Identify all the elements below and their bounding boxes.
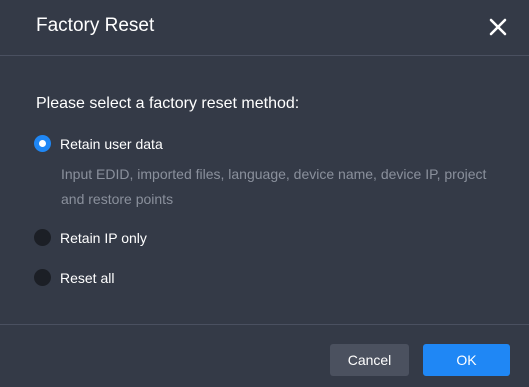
option-retain-ip-only[interactable]: Retain IP only [34, 229, 147, 246]
option-label: Retain IP only [60, 229, 147, 246]
radio-retain-user-data[interactable] [34, 135, 51, 152]
reset-method-prompt: Please select a factory reset method: [36, 95, 300, 112]
dialog-title: Factory Reset [36, 15, 155, 36]
option-retain-user-data[interactable]: Retain user data [34, 135, 163, 152]
close-icon [489, 18, 507, 36]
radio-reset-all[interactable] [34, 269, 51, 286]
option-description: Input EDID, imported files, language, de… [61, 166, 487, 207]
ok-button[interactable]: OK [423, 344, 510, 376]
radio-retain-ip-only[interactable] [34, 229, 51, 246]
option-label: Retain user data [60, 135, 163, 152]
option-reset-all[interactable]: Reset all [34, 269, 114, 286]
dialog-body: Please select a factory reset method: Re… [0, 57, 529, 324]
close-button[interactable] [485, 14, 511, 40]
dialog-footer: Cancel OK [0, 324, 529, 387]
dialog-header: Factory Reset [0, 0, 529, 56]
factory-reset-dialog: Factory Reset Please select a factory re… [0, 0, 529, 387]
option-label: Reset all [60, 269, 115, 286]
cancel-button[interactable]: Cancel [330, 344, 409, 376]
